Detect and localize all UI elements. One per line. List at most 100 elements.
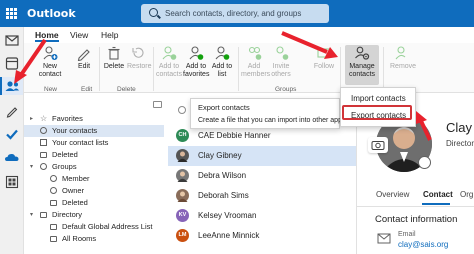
tab-contact[interactable]: Contact [423,190,453,199]
address-book-icon [50,224,57,230]
group-label-edit: Edit [81,86,93,93]
search-placeholder: Search contacts, directory, and groups [165,9,302,18]
folder-owner[interactable]: Owner [24,185,164,197]
add-to-list-button[interactable]: Add to list [210,45,234,79]
contact-name: LeeAnne Minnick [198,231,260,240]
mail-icon[interactable] [3,31,21,49]
contact-name: CAE Debbie Hanner [198,131,271,140]
invite-others-button[interactable]: Invite others [269,45,293,79]
active-detail-tab-indicator [422,203,450,205]
apps-grid-icon[interactable] [3,173,21,191]
people-settings-icon [355,46,370,60]
chevron-down-icon: ▾ [30,212,34,218]
folder-label: Deleted [52,150,78,159]
contact-row[interactable]: LM LeeAnne Minnick [168,226,356,246]
rooms-icon [50,236,57,242]
add-to-favorites-label: Add to favorites [183,63,210,78]
folder-label: Directory [52,210,83,219]
tab-overview[interactable]: Overview [376,190,409,199]
divider [357,206,474,207]
person-icon [40,127,47,134]
delete-button[interactable]: Delete [103,45,125,71]
mail-icon [377,233,391,244]
ribbon-separator [153,47,154,91]
folder-deleted[interactable]: Deleted [24,149,164,161]
person-add-icon [162,46,177,60]
contact-name: Deborah Sims [198,191,249,200]
star-icon: ☆ [40,114,48,123]
trash-icon [40,152,47,158]
chevron-down-icon: ▾ [30,164,34,170]
folder-groups[interactable]: ▾ Groups [24,161,164,173]
tab-help[interactable]: Help [101,30,118,40]
contact-detail-name: Clay [446,120,473,135]
folder-directory[interactable]: ▾ Directory [24,209,164,221]
contact-row[interactable]: Clay Gibney [168,146,356,166]
folder-label: Deleted [62,198,88,207]
add-to-contacts-label: Add to contacts [156,63,183,78]
todo-check-icon[interactable] [3,125,21,143]
add-to-list-label: Add to list [211,63,233,78]
onedrive-cloud-icon[interactable] [3,148,21,166]
app-launcher-icon[interactable] [6,8,17,19]
invite-icon [276,46,289,60]
folder-groups-deleted[interactable]: Deleted [24,197,164,209]
pencil-icon [77,49,90,61]
calendar-icon[interactable] [3,54,21,72]
manage-contacts-button[interactable]: Manage contacts [345,45,379,79]
app-title: Outlook [27,7,76,20]
avatar: KV [176,209,189,222]
email-link[interactable]: clay@sais.org [398,240,448,249]
avatar [176,189,189,202]
contact-row[interactable]: CH CAE Debbie Hanner [168,126,356,146]
active-tab-indicator [35,40,59,42]
folder-default-gal[interactable]: Default Global Address List [24,221,164,233]
folder-pane: ▸ ☆ Favorites Your contacts Your contact… [24,98,164,254]
folder-favorites[interactable]: ▸ ☆ Favorites [24,113,164,125]
directory-icon [40,212,47,218]
folder-label: Groups [52,162,77,171]
contact-row[interactable]: KV Kelsey Vrooman [168,206,356,226]
collapse-pane-icon[interactable] [153,101,162,108]
restore-button[interactable]: Restore [127,45,152,71]
search-box[interactable]: Search contacts, directory, and groups [141,4,329,23]
list-icon [40,139,47,146]
contact-name: Clay Gibney [198,151,242,160]
export-contacts-tooltip: Export contacts Create a file that you c… [190,98,347,129]
new-contact-button[interactable]: New contact [31,45,69,79]
people-icon[interactable] [0,77,23,95]
tab-view[interactable]: View [70,30,88,40]
folder-your-contact-lists[interactable]: Your contact lists [24,137,164,149]
chevron-right-icon: ▸ [30,116,34,122]
people-icon [50,175,57,182]
add-to-contacts-button[interactable]: Add to contacts [156,45,182,79]
list-add-icon [215,46,230,60]
pen-icon[interactable] [3,102,21,120]
presence-status-icon [418,156,431,169]
add-to-favorites-button[interactable]: Add to favorites [183,45,209,79]
import-contacts-menu-item[interactable]: Import contacts [351,94,406,103]
ribbon: New contact Edit Delete Restore Add to c… [24,43,474,93]
person-add-icon [43,46,58,60]
folder-member[interactable]: Member [24,173,164,185]
folder-all-rooms[interactable]: All Rooms [24,233,164,245]
edit-button[interactable]: Edit [74,45,94,71]
people-add-icon [248,46,262,60]
follow-button[interactable]: Follow [313,45,335,71]
add-members-button[interactable]: Add members [241,45,270,79]
contact-row[interactable]: Debra Wilson [168,166,356,186]
tab-org[interactable]: Org [460,190,473,199]
contact-row[interactable]: Deborah Sims [168,186,356,206]
manage-contacts-label: Manage contacts [348,63,376,78]
restore-icon [132,47,144,58]
tab-home[interactable]: Home [35,30,59,40]
folder-your-contacts[interactable]: Your contacts [24,125,164,137]
avatar [176,149,189,162]
remove-button[interactable]: Remove [390,45,416,71]
edit-label: Edit [77,63,91,70]
select-all-checkbox[interactable] [178,106,186,114]
restore-label: Restore [127,63,152,70]
camera-icon[interactable] [368,137,388,153]
people-icon [50,187,57,194]
remove-icon [395,46,406,60]
